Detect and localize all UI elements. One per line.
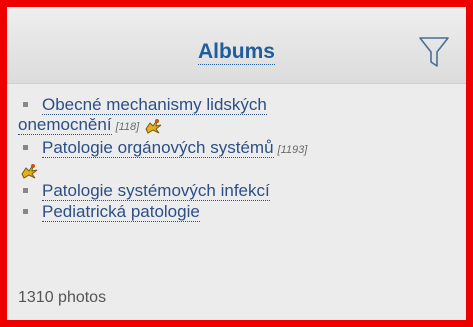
album-link-pediatricka[interactable]: Pediatrická patologie: [42, 202, 200, 222]
albums-title[interactable]: Albums: [7, 39, 466, 65]
album-count: [118]: [115, 121, 140, 133]
new-sparkle-icon: [145, 118, 162, 134]
new-sparkle-icon: [21, 163, 38, 179]
list-item: Patologie orgánových systémů [1193]: [18, 138, 454, 180]
list-item: Patologie systémových infekcí: [18, 181, 454, 201]
albums-list: Obecné mechanismy lidských onemocnění [11…: [18, 95, 454, 222]
bullet-icon: [23, 144, 28, 150]
list-item: Pediatrická patologie: [18, 202, 454, 222]
bullet-icon: [23, 101, 28, 107]
list-item: Obecné mechanismy lidských onemocnění [11…: [18, 95, 454, 137]
albums-title-text[interactable]: Albums: [197, 40, 275, 65]
filter-funnel-icon[interactable]: [418, 35, 450, 69]
bullet-icon: [23, 208, 28, 214]
album-link-patologie-organovych[interactable]: Patologie orgánových systémů: [42, 138, 274, 158]
album-link-obecne-mechanismy[interactable]: Obecné mechanismy lidských: [42, 95, 267, 115]
albums-header: Albums: [7, 7, 466, 84]
album-count: [1193]: [277, 144, 308, 156]
bullet-icon: [23, 187, 28, 193]
photo-count: 1310 photos: [18, 289, 107, 306]
album-link-obecne-mechanismy-cont[interactable]: onemocnění: [18, 115, 112, 135]
album-link-patologie-systemovych[interactable]: Patologie systémových infekcí: [42, 181, 270, 201]
